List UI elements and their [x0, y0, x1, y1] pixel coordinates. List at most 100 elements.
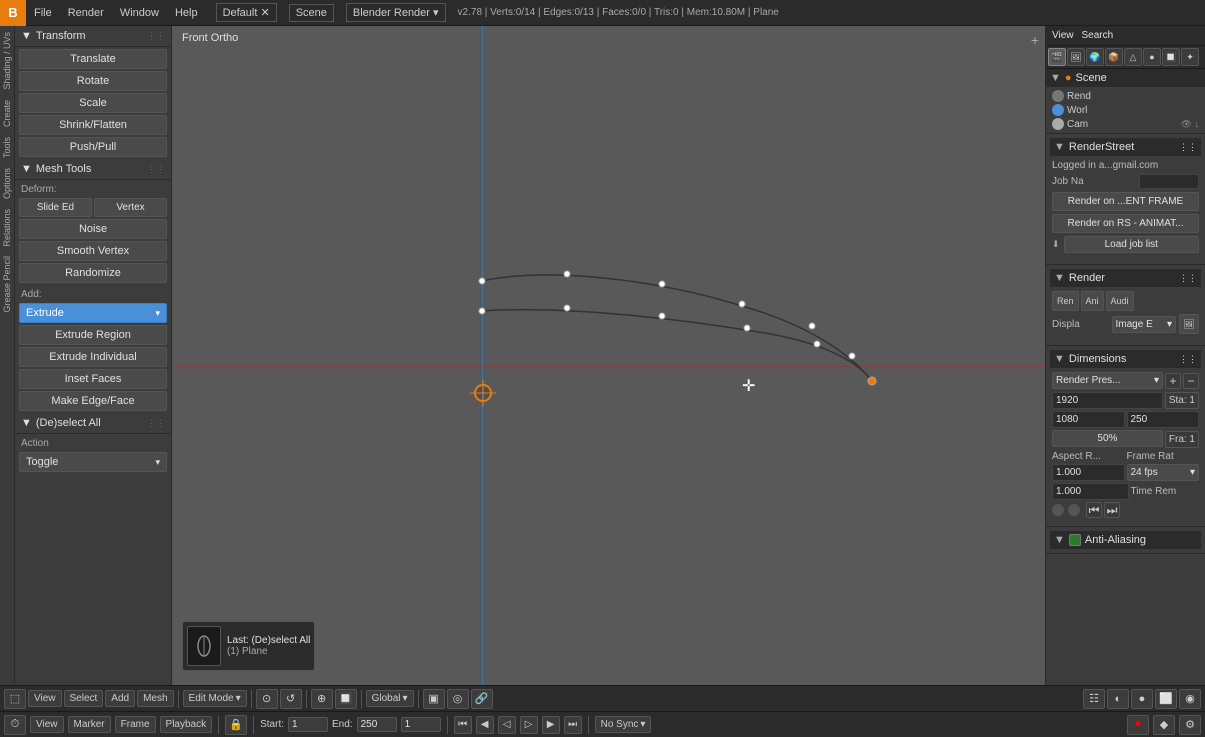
aspect-y-input[interactable]	[1052, 483, 1129, 500]
viewport-solid-icon[interactable]: ●	[1131, 689, 1153, 709]
extrude-dropdown[interactable]: Extrude ▾	[19, 303, 167, 323]
toggle-dropdown[interactable]: Toggle ▾	[19, 452, 167, 472]
smooth-vertex-button[interactable]: Smooth Vertex	[19, 241, 167, 261]
rp-icon-material[interactable]: ●	[1143, 48, 1161, 66]
rp-icon-texture[interactable]: 🔲	[1162, 48, 1180, 66]
resolution-pct-display[interactable]: 50%	[1052, 430, 1163, 447]
rotate-button[interactable]: Rotate	[19, 71, 167, 91]
pivot-icon[interactable]: ⊙	[256, 689, 278, 709]
transform-orientation-dropdown[interactable]: Global▾	[366, 690, 414, 707]
renderer-selector[interactable]: Blender Render ▾	[346, 3, 446, 22]
workspace-selector[interactable]: Default ✕	[216, 3, 277, 22]
load-job-list-button[interactable]: Load job list	[1064, 236, 1199, 253]
viewport-wire-icon[interactable]: ⬜	[1155, 689, 1177, 709]
job-name-input[interactable]	[1139, 174, 1199, 189]
inset-faces-button[interactable]: Inset Faces	[19, 369, 167, 389]
play-reverse-btn[interactable]: ◁	[498, 716, 516, 734]
menu-file[interactable]: File	[26, 0, 60, 25]
next-frame-btn[interactable]: ▶	[542, 716, 560, 734]
deselect-section-header[interactable]: ▼ (De)select All ⋮⋮	[15, 413, 171, 434]
dimensions-header[interactable]: ▼ Dimensions ⋮⋮	[1050, 350, 1201, 368]
dim-minus-btn[interactable]: −	[1183, 373, 1199, 389]
tab-relations[interactable]: Relations	[1, 205, 13, 251]
noise-button[interactable]: Noise	[19, 219, 167, 239]
viewport-shade-icon[interactable]: ◐	[1107, 689, 1129, 709]
current-frame-input[interactable]	[401, 717, 441, 732]
menu-window[interactable]: Window	[112, 0, 167, 25]
overlay-icon[interactable]: ☷	[1083, 689, 1105, 709]
rp-icon-particles[interactable]: ✦	[1181, 48, 1199, 66]
end-frame-input[interactable]	[1127, 411, 1200, 428]
viewport[interactable]: Front Ortho + ✛	[172, 26, 1045, 685]
scale-button[interactable]: Scale	[19, 93, 167, 113]
play-back-btn[interactable]: ⏮	[1086, 502, 1102, 518]
display-dropdown[interactable]: Image E ▾	[1112, 316, 1177, 333]
shrink-flatten-button[interactable]: Shrink/Flatten	[19, 115, 167, 135]
render-tab-audi[interactable]: Audi	[1106, 291, 1134, 311]
renderstreet-header[interactable]: ▼ RenderStreet ⋮⋮	[1050, 138, 1201, 156]
tab-tools[interactable]: Tools	[1, 133, 13, 162]
outliner-item-camera[interactable]: Cam 👁 ↓	[1046, 117, 1205, 131]
timeline-type-icon[interactable]: ⏱	[4, 715, 26, 735]
outliner-item-world[interactable]: Worl	[1046, 103, 1205, 117]
add-menu-button[interactable]: Add	[105, 690, 135, 707]
push-pull-button[interactable]: Push/Pull	[19, 137, 167, 157]
translate-button[interactable]: Translate	[19, 49, 167, 69]
normal-icon[interactable]: ⊕	[311, 689, 333, 709]
rp-icon-world[interactable]: 🌍	[1086, 48, 1104, 66]
render-pres-dropdown[interactable]: Render Pres... ▾	[1052, 372, 1163, 389]
viewport-render-icon[interactable]: ◉	[1179, 689, 1201, 709]
snap-icon2[interactable]: 🔗	[471, 689, 493, 709]
outliner-item-render[interactable]: Rend	[1046, 89, 1205, 103]
viewport-plus-icon[interactable]: +	[1031, 32, 1039, 48]
dim-plus-btn[interactable]: +	[1165, 373, 1181, 389]
timeline-settings-icon[interactable]: ⚙	[1179, 715, 1201, 735]
make-edge-button[interactable]: Make Edge/Face	[19, 391, 167, 411]
render-ent-frame-button[interactable]: Render on ...ENT FRAME	[1052, 192, 1199, 211]
search-button[interactable]: Search	[1080, 29, 1116, 42]
rp-icon-render[interactable]: 🖼	[1067, 48, 1085, 66]
mesh-menu-button[interactable]: Mesh	[137, 690, 173, 707]
extrude-region-button[interactable]: Extrude Region	[19, 325, 167, 345]
tab-shading-uvs[interactable]: Shading / UVs	[1, 28, 13, 94]
play-fwd-btn[interactable]: ⏭	[1104, 502, 1120, 518]
render-tab-ani[interactable]: Ani	[1081, 291, 1104, 311]
scene-type-icon[interactable]: ⬚	[4, 689, 26, 709]
timeline-view-btn[interactable]: View	[30, 716, 64, 733]
rp-icon-scene[interactable]: 🎬	[1048, 48, 1066, 66]
transform-section-header[interactable]: ▼ Transform ⋮⋮	[15, 26, 171, 47]
aa-checkbox[interactable]	[1069, 534, 1081, 546]
view-menu-button[interactable]: View	[28, 690, 62, 707]
jump-start-btn[interactable]: ⏮	[454, 716, 472, 734]
prev-frame-btn[interactable]: ◀	[476, 716, 494, 734]
sync-dropdown[interactable]: No Sync▾	[595, 716, 652, 733]
keyframe-icon[interactable]: ◆	[1153, 715, 1175, 735]
menu-help[interactable]: Help	[167, 0, 206, 25]
scene-section-header[interactable]: ▼ ● Scene	[1046, 69, 1205, 87]
start-frame-input[interactable]	[288, 717, 328, 732]
randomize-button[interactable]: Randomize	[19, 263, 167, 283]
layer-icon[interactable]: ▣	[423, 689, 445, 709]
timeline-frame-btn[interactable]: Frame	[115, 716, 156, 733]
view-button[interactable]: View	[1050, 29, 1076, 42]
record-icon[interactable]: ⏺	[1127, 715, 1149, 735]
pivot-btn2[interactable]: ↺	[280, 689, 302, 709]
vertex-button[interactable]: Vertex	[94, 198, 167, 217]
render-header[interactable]: ▼ Render ⋮⋮	[1050, 269, 1201, 287]
aspect-x-input[interactable]	[1052, 464, 1125, 481]
render-tab-ren[interactable]: Ren	[1052, 291, 1079, 311]
mode-dropdown[interactable]: Edit Mode▾	[183, 690, 247, 707]
proportional-icon[interactable]: ◎	[447, 689, 469, 709]
timeline-playback-btn[interactable]: Playback	[160, 716, 213, 733]
frame-rate-dropdown[interactable]: 24 fps ▾	[1127, 464, 1200, 481]
slide-edge-button[interactable]: Slide Ed	[19, 198, 92, 217]
aa-header[interactable]: ▼ Anti-Aliasing	[1050, 531, 1201, 549]
extrude-individual-button[interactable]: Extrude Individual	[19, 347, 167, 367]
tab-options[interactable]: Options	[1, 164, 13, 203]
resolution-x-input[interactable]	[1052, 392, 1163, 409]
mesh-tools-section-header[interactable]: ▼ Mesh Tools ⋮⋮	[15, 159, 171, 180]
scene-selector[interactable]: Scene	[289, 4, 334, 22]
play-btn[interactable]: ▷	[520, 716, 538, 734]
render-rs-anim-button[interactable]: Render on RS - ANIMAT...	[1052, 214, 1199, 233]
select-menu-button[interactable]: Select	[64, 690, 104, 707]
